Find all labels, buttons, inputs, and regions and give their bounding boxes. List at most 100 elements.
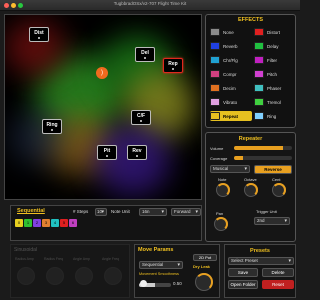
effect-delay-option[interactable]: Delay	[254, 41, 296, 51]
sequence-step[interactable]: 3	[42, 219, 50, 227]
effect-label: Vibrato	[223, 99, 238, 105]
cent-label: Cent	[272, 177, 281, 182]
effect-color-swatch	[254, 28, 264, 36]
sequence-step[interactable]: 2	[33, 219, 41, 227]
effect-label: Decim	[223, 85, 236, 91]
angle-amp-label: Angle Amp	[73, 257, 90, 261]
radius-amp-label: Radius Amp	[15, 257, 34, 261]
2d-pot-button[interactable]: 2D Pot	[193, 254, 217, 261]
effect-none-option[interactable]: None	[210, 27, 252, 37]
effect-color-swatch	[210, 70, 220, 78]
effects-title: EFFECTS	[237, 17, 264, 23]
note-knob[interactable]	[216, 183, 230, 197]
effect-color-swatch	[254, 70, 264, 78]
presets-title: Presets	[250, 248, 270, 254]
effect-chr-flg-option[interactable]: Chr/Flg	[210, 55, 252, 65]
effect-color-swatch	[210, 112, 220, 120]
effect-tremol-option[interactable]: Tremol	[254, 97, 296, 107]
coverage-slider[interactable]	[234, 156, 292, 160]
preset-select[interactable]: Select Preset	[228, 257, 294, 265]
effect-color-swatch	[254, 42, 264, 50]
effect-filter-option[interactable]: Filter	[254, 55, 296, 65]
reverb-zone	[95, 125, 170, 195]
open-folder-button[interactable]: Open Folder	[228, 280, 258, 289]
effect-pitch-option[interactable]: Pitch	[254, 69, 296, 79]
delete-button[interactable]: Delete	[262, 268, 294, 277]
note-unit-label: Note Unit	[111, 209, 130, 214]
effect-repeat-option[interactable]: Repeat	[210, 111, 252, 121]
effect-reverb-option[interactable]: Reverb	[210, 41, 252, 51]
node-ring[interactable]: Ring	[42, 119, 62, 134]
move-mode-select[interactable]: Sequential	[139, 261, 183, 269]
octave-knob[interactable]	[244, 183, 258, 197]
smoothness-value: 0.50	[173, 281, 182, 286]
effect-color-swatch	[210, 56, 220, 64]
effect-decim-option[interactable]: Decim	[210, 83, 252, 93]
dry-leak-knob[interactable]	[195, 273, 213, 291]
effect-color-swatch	[254, 98, 264, 106]
sequential-title: Sequential	[17, 208, 45, 214]
effect-phaser-option[interactable]: Phaser	[254, 83, 296, 93]
direction-select[interactable]: Forward	[171, 208, 201, 216]
sequence-step[interactable]: 1	[24, 219, 32, 227]
reset-button[interactable]: Reset	[262, 280, 294, 289]
trigger-unit-select[interactable]: 2nd	[254, 217, 290, 225]
move-params-title: Move Params	[138, 247, 174, 253]
sequential-panel: Sequential # Steps 10 Note Unit 16n Forw…	[10, 205, 202, 241]
pan-label: Pan	[216, 211, 224, 216]
node-repeat[interactable]: Rep	[163, 58, 183, 73]
node-pitch[interactable]: Pit	[97, 145, 117, 160]
cent-knob[interactable]	[272, 183, 286, 197]
sequence-step[interactable]: 5	[60, 219, 68, 227]
sequence-step[interactable]: 0	[15, 219, 23, 227]
effect-label: Pitch	[267, 71, 278, 77]
pan-knob[interactable]	[214, 217, 228, 231]
node-reverb[interactable]: Rev	[127, 145, 147, 160]
node-distortion[interactable]: Dist	[29, 27, 49, 42]
angle-amp-knob[interactable]	[75, 267, 93, 285]
movement-smoothness-label: Movement Smoothness	[139, 272, 179, 276]
sequence-step[interactable]: 6	[69, 219, 77, 227]
coverage-label: Coverage	[210, 156, 228, 161]
move-params-panel: Move Params 2D Pot Sequential Dry Leak M…	[134, 244, 220, 298]
angle-freq-knob[interactable]	[104, 267, 122, 285]
reverse-button[interactable]: Reverse	[254, 165, 292, 174]
effect-label: Chr/Flg	[223, 57, 238, 63]
volume-label: Volume	[210, 146, 224, 151]
radius-freq-knob[interactable]	[46, 267, 64, 285]
sinusoidal-panel: Sinusoidal Radius Amp Radius Freq Angle …	[10, 244, 130, 298]
node-delay[interactable]: Del	[135, 47, 155, 62]
effect-label: Reverb	[223, 43, 238, 49]
effect-label: Filter	[267, 57, 277, 63]
smoothness-thumb[interactable]	[140, 280, 147, 287]
effect-label: Compr	[223, 71, 237, 77]
spatial-canvas[interactable]: Dist Del Rep C/F Ring Pit Rev )	[4, 14, 202, 200]
steps-input[interactable]: 10	[95, 208, 107, 216]
node-chorus-flanger[interactable]: C/F	[131, 110, 151, 125]
octave-label: Octave	[244, 177, 257, 182]
effect-color-swatch	[210, 28, 220, 36]
effect-label: Phaser	[267, 85, 282, 91]
volume-slider[interactable]	[234, 146, 292, 150]
effect-distort-option[interactable]: Distort	[254, 27, 296, 37]
effect-color-swatch	[210, 98, 220, 106]
dry-leak-label: Dry Leak	[193, 264, 210, 269]
angle-freq-label: Angle Freq	[102, 257, 120, 261]
effect-vibrato-option[interactable]: Vibrato	[210, 97, 252, 107]
effect-label: Distort	[267, 29, 281, 35]
effect-compr-option[interactable]: Compr	[210, 69, 252, 79]
sequence-step[interactable]: 4	[51, 219, 59, 227]
radius-amp-knob[interactable]	[17, 267, 35, 285]
save-button[interactable]: Save	[228, 268, 258, 277]
effect-color-swatch	[254, 56, 264, 64]
effect-color-swatch	[210, 42, 220, 50]
ear-icon[interactable]: )	[96, 67, 108, 79]
effect-color-swatch	[254, 112, 264, 120]
sinusoidal-title: Sinusoidal	[14, 247, 38, 253]
effect-ring-option[interactable]: Ring	[254, 111, 296, 121]
trigger-unit-label: Trigger Unit	[256, 209, 277, 214]
repeat-mode-select[interactable]: Musical	[210, 165, 250, 173]
presets-panel: Presets Select Preset Save Delete Open F…	[224, 244, 296, 298]
repeater-title: Repeater	[238, 136, 263, 142]
note-unit-select[interactable]: 16n	[139, 208, 167, 216]
